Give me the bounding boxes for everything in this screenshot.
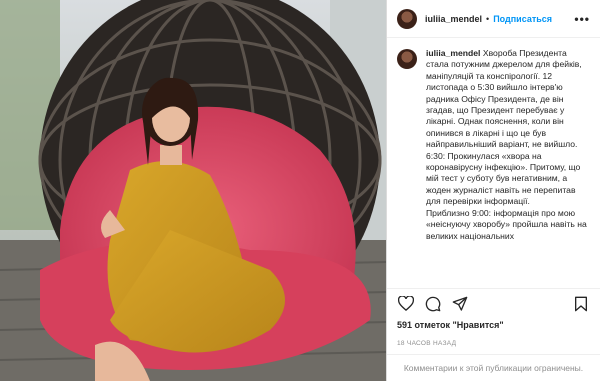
caption-text-container: iuliia_mendel Хвороба Президента стала п…	[426, 48, 590, 288]
post-photo[interactable]	[0, 0, 386, 381]
follow-button[interactable]: Подписаться	[493, 14, 552, 24]
caption-username[interactable]: iuliia_mendel	[426, 48, 480, 58]
instagram-post: iuliia_mendel • Подписаться ••• iuliia_m…	[0, 0, 600, 381]
action-bar	[387, 288, 600, 318]
likes-count[interactable]: 591 отметок "Нравится"	[387, 318, 600, 334]
comment-icon[interactable]	[424, 295, 442, 313]
share-icon[interactable]	[451, 295, 469, 313]
separator-dot: •	[486, 13, 490, 24]
heart-icon[interactable]	[397, 295, 415, 313]
post-sidebar: iuliia_mendel • Подписаться ••• iuliia_m…	[386, 0, 600, 381]
more-options-icon[interactable]: •••	[574, 12, 590, 26]
caption-block: iuliia_mendel Хвороба Президента стала п…	[387, 38, 600, 288]
caption-text: Хвороба Президента стала потужним джерел…	[426, 48, 587, 241]
username-link[interactable]: iuliia_mendel	[425, 14, 482, 24]
photo-illustration	[0, 0, 386, 381]
post-timestamp[interactable]: 18 часов назад	[387, 334, 600, 354]
bookmark-icon[interactable]	[572, 295, 590, 313]
profile-avatar[interactable]	[397, 8, 417, 29]
comments-restricted-notice: Комментарии к этой публикации ограничены…	[387, 354, 600, 381]
caption-avatar[interactable]	[397, 49, 417, 69]
post-header: iuliia_mendel • Подписаться •••	[387, 0, 600, 38]
